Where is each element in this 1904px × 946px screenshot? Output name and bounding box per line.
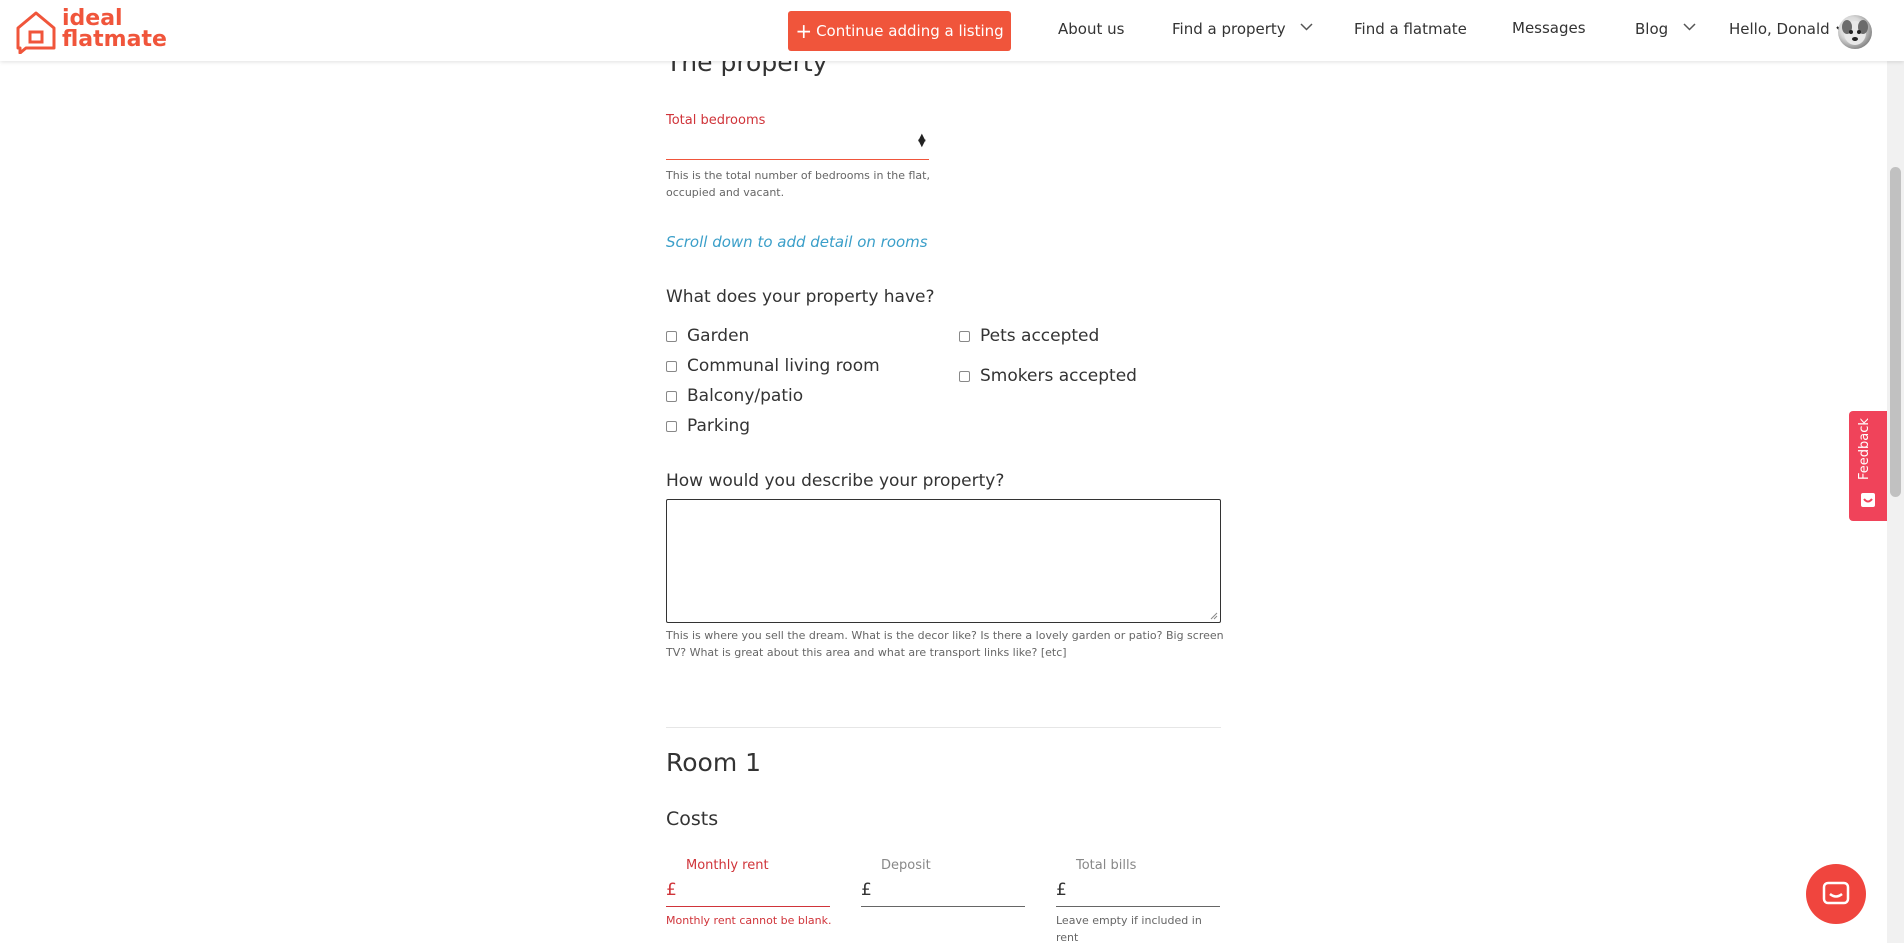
feedback-smile-icon <box>1861 493 1875 507</box>
plus-icon: + <box>795 19 813 43</box>
monthly-rent-label: Monthly rent <box>686 858 769 873</box>
chevron-down-icon <box>1683 23 1696 31</box>
logo-text: ideal flatmate <box>62 6 167 52</box>
description-help: This is where you sell the dream. What i… <box>666 629 1224 659</box>
chevron-down-icon <box>1300 23 1313 31</box>
total-bedrooms-underline <box>666 158 929 160</box>
account-menu[interactable]: Hello, Donald <box>1729 20 1847 38</box>
chat-icon <box>1822 881 1850 905</box>
checkbox[interactable] <box>666 360 677 372</box>
checkbox-balcony-patio[interactable]: Balcony/patio <box>666 386 803 406</box>
checkbox-pets-accepted[interactable]: Pets accepted <box>959 326 1099 346</box>
nav-messages[interactable]: Messages <box>1512 19 1586 37</box>
avatar-dog-icon <box>1842 20 1868 45</box>
currency-symbol: £ <box>861 880 872 900</box>
checkbox-parking[interactable]: Parking <box>666 416 750 436</box>
scrollbar-thumb[interactable] <box>1890 167 1901 497</box>
select-arrows-icon: ▲ ▼ <box>918 132 926 149</box>
currency-symbol: £ <box>666 880 677 900</box>
avatar[interactable] <box>1838 15 1872 49</box>
deposit-label: Deposit <box>881 858 931 873</box>
total-bedrooms-select[interactable] <box>666 130 929 158</box>
chat-launcher-button[interactable] <box>1806 864 1866 924</box>
nav-blog[interactable]: Blog <box>1635 20 1696 38</box>
total-bills-underline <box>1056 906 1220 907</box>
checkbox[interactable] <box>959 330 970 342</box>
property-description-textarea[interactable] <box>666 499 1221 623</box>
deposit-underline <box>861 906 1025 907</box>
monthly-rent-error: Monthly rent cannot be blank. <box>666 914 832 927</box>
room-title: Room 1 <box>666 748 762 777</box>
checkbox-garden[interactable]: Garden <box>666 326 749 346</box>
checkbox[interactable] <box>666 330 677 342</box>
nav-find-flatmate[interactable]: Find a flatmate <box>1354 20 1467 38</box>
features-question: What does your property have? <box>666 287 935 307</box>
total-bills-help: Leave empty if included in rent <box>1056 914 1202 944</box>
checkbox[interactable] <box>666 420 677 432</box>
total-bedrooms-label: Total bedrooms <box>666 113 766 128</box>
resize-handle-icon[interactable] <box>1210 612 1218 620</box>
site-header: ideal flatmate + Continue adding a listi… <box>0 0 1904 61</box>
scroll-to-rooms-link[interactable]: Scroll down to add detail on rooms <box>666 233 928 251</box>
total-bills-label: Total bills <box>1076 858 1137 873</box>
house-logo-icon <box>16 11 56 54</box>
nav-find-property[interactable]: Find a property <box>1172 20 1313 38</box>
continue-listing-button[interactable]: + Continue adding a listing <box>788 11 1011 51</box>
feedback-label: Feedback <box>1857 418 1872 480</box>
nav-about-us[interactable]: About us <box>1058 20 1124 38</box>
checkbox[interactable] <box>666 390 677 402</box>
monthly-rent-underline <box>666 906 830 907</box>
checkbox-smokers-accepted[interactable]: Smokers accepted <box>959 366 1137 386</box>
currency-symbol: £ <box>1056 880 1067 900</box>
checkbox-communal-living-room[interactable]: Communal living room <box>666 356 880 376</box>
describe-question: How would you describe your property? <box>666 471 1005 491</box>
bedrooms-help: This is the total number of bedrooms in … <box>666 169 930 199</box>
costs-title: Costs <box>666 808 719 830</box>
checkbox[interactable] <box>959 370 970 382</box>
section-divider <box>666 727 1221 728</box>
